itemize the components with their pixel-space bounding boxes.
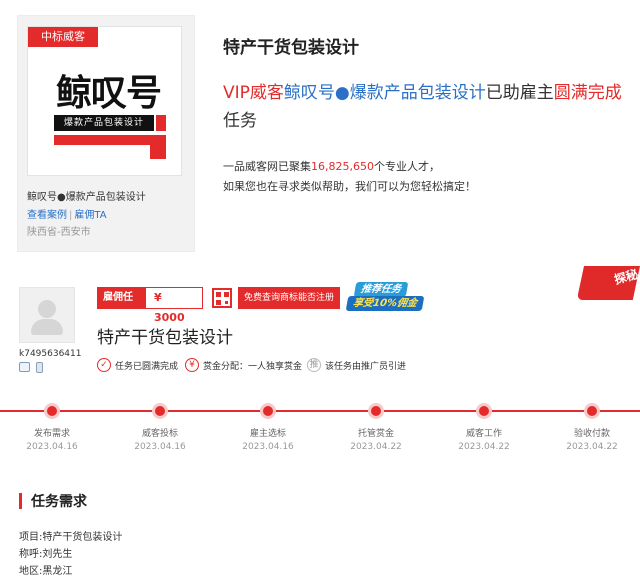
step-dot [260, 403, 276, 419]
step-date: 2023.04.22 [566, 442, 618, 452]
trademark-check-button[interactable]: 免费查询商标能否注册 [238, 287, 341, 309]
winner-logo-image[interactable]: 中标威客 鲸叹号 爆款产品包装设计 [27, 26, 182, 176]
logo-subtitle: 爆款产品包装设计 [54, 115, 154, 131]
logo-red-square [150, 135, 166, 159]
requirement-heading: 任务需求 [31, 494, 87, 510]
step-date: 2023.04.16 [26, 442, 78, 452]
winner-location: 陕西省-西安市 [27, 227, 91, 238]
promo-banner[interactable]: 推荐任务 享受10%佣金 [345, 282, 433, 312]
step-select: 雇主选标 2023.04.16 [213, 403, 323, 452]
step-name: 威客投标 [141, 429, 178, 439]
logo-red-block [54, 135, 154, 145]
feature-reward: ¥ 赏金分配：一人独享赏金 [185, 358, 302, 372]
step-date: 2023.04.22 [458, 442, 510, 452]
step-date: 2023.04.16 [242, 442, 294, 452]
user-badges [19, 362, 43, 373]
task-price: ¥ 3000 [154, 291, 185, 324]
talent-count: 16,825,650 [311, 160, 374, 173]
winner-card: 中标威客 鲸叹号 爆款产品包装设计 鲸叹号●爆款产品包装设计 查看案例 | 雇佣TA… [17, 15, 195, 252]
promo-recommend-label: 推荐任务 [353, 282, 409, 297]
hire-link[interactable]: 雇佣TA [74, 210, 106, 221]
step-accept: 验收付款 2023.04.22 [537, 403, 640, 452]
step-name: 发布需求 [33, 429, 70, 439]
id-card-icon [19, 362, 30, 372]
feature-completed-text: 任务已圆满完成 [115, 361, 179, 372]
step-bid: 威客投标 2023.04.16 [105, 403, 215, 452]
step-dot [368, 403, 384, 419]
stats-line-1: 一品威客网已聚集16,825,650个专业人才， [223, 160, 440, 173]
vip-label: VIP威客 [223, 83, 284, 103]
headline-end: 任务 [223, 111, 257, 131]
hire-price-box: 雇佣任务 ¥ 3000 [97, 287, 203, 324]
logo-red-bar [156, 115, 166, 131]
stats-line-2: 如果您也在寻求类似帮助，我们可以为您轻松搞定！ [223, 180, 476, 193]
success-headline: VIP威客鲸叹号●爆款产品包装设计已助雇主圆满完成任务 [223, 79, 623, 135]
promo-commission-label: 享受10%佣金 [345, 296, 425, 311]
top-task-title: 特产干货包装设计 [223, 38, 359, 58]
completed-label: 圆满完成 [553, 83, 622, 103]
winner-tag: 中标威客 [28, 27, 98, 47]
task-title: 特产干货包装设计 [97, 328, 233, 348]
step-name: 托管赏金 [357, 429, 394, 439]
step-publish: 发布需求 2023.04.16 [0, 403, 107, 452]
step-dot [476, 403, 492, 419]
step-dot [584, 403, 600, 419]
step-name: 威客工作 [465, 429, 502, 439]
requirement-region: 地区:黑龙江 [19, 566, 73, 577]
avatar-head-icon [38, 300, 56, 318]
step-dot [44, 403, 60, 419]
qr-code-icon[interactable] [212, 288, 232, 308]
avatar[interactable] [19, 287, 75, 343]
requirement-contact: 称呼:刘先生 [19, 549, 73, 560]
winner-name-link[interactable]: 鲸叹号●爆款产品包装设计 [284, 83, 486, 103]
feature-promoter: 推 该任务由推广员引进 [307, 358, 406, 372]
phone-icon [36, 362, 43, 373]
step-name: 雇主选标 [249, 429, 286, 439]
feature-promoter-text: 该任务由推广员引进 [325, 361, 407, 372]
avatar-body-icon [31, 319, 63, 335]
link-separator: | [69, 210, 73, 221]
step-dot [152, 403, 168, 419]
check-circle-icon: ✓ [97, 358, 111, 372]
winner-title[interactable]: 鲸叹号●爆款产品包装设计 [27, 188, 146, 203]
step-work: 威客工作 2023.04.22 [429, 403, 539, 452]
employer-username[interactable]: k7495636411 [19, 349, 81, 359]
yen-circle-icon: ¥ [185, 358, 199, 372]
feature-reward-text: 赏金分配：一人独享赏金 [203, 361, 303, 372]
winner-links: 查看案例 | 雇佣TA [27, 206, 107, 221]
logo-text: 鲸叹号 [56, 73, 162, 114]
requirement-project: 项目:特产干货包装设计 [19, 532, 123, 543]
headline-mid: 已助雇主 [485, 83, 554, 103]
step-date: 2023.04.16 [134, 442, 186, 452]
step-date: 2023.04.22 [350, 442, 402, 452]
section-marker [19, 493, 22, 509]
step-name: 验收付款 [573, 429, 610, 439]
step-escrow: 托管赏金 2023.04.22 [321, 403, 431, 452]
promoter-icon: 推 [307, 358, 321, 372]
platform-stats: 一品威客网已聚集16,825,650个专业人才， 如果您也在寻求类似帮助，我们可… [223, 157, 476, 197]
feature-completed: ✓ 任务已圆满完成 [97, 358, 178, 372]
view-cases-link[interactable]: 查看案例 [27, 210, 67, 221]
hire-task-label: 雇佣任务 [98, 288, 146, 323]
